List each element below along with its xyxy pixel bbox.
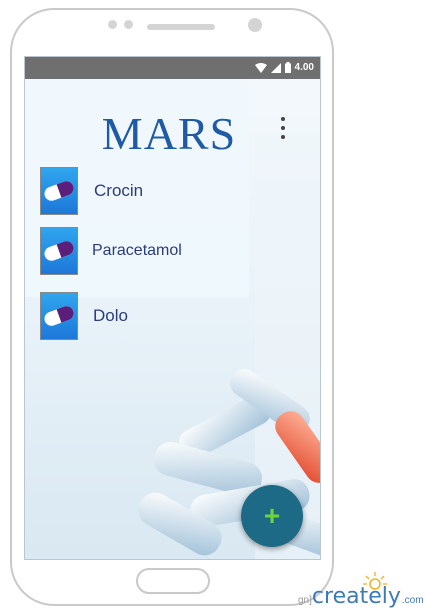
status-bar: 4.00 — [25, 57, 320, 79]
medicine-item-dolo[interactable]: Dolo — [40, 292, 128, 340]
front-camera-icon — [248, 18, 262, 32]
capsule-icon — [40, 227, 78, 275]
speaker-grille — [147, 24, 215, 30]
watermark-brand: creately — [311, 584, 401, 609]
status-time: 4.00 — [294, 62, 314, 73]
watermark-domain: .com — [401, 595, 424, 606]
battery-icon — [284, 62, 291, 73]
phone-screen: 4.00 MARS Crocin Paracetamol Dolo + — [24, 56, 321, 560]
creately-watermark: gn] creately .com — [298, 584, 424, 609]
sensor-icon — [124, 20, 133, 29]
capsule-icon — [40, 292, 78, 340]
capsule-icon — [40, 167, 78, 215]
sensor-icon — [108, 20, 117, 29]
medicine-name: Dolo — [93, 306, 128, 325]
medicine-name: Paracetamol — [92, 242, 182, 259]
overflow-menu-icon[interactable] — [280, 117, 286, 143]
watermark-prefix: gn] — [298, 595, 312, 606]
home-button[interactable] — [136, 568, 210, 594]
medicine-item-crocin[interactable]: Crocin — [40, 167, 143, 215]
wifi-icon — [254, 62, 267, 73]
app-title: MARS — [101, 108, 237, 159]
add-medicine-button[interactable]: + — [241, 485, 303, 547]
medicine-name: Crocin — [94, 181, 144, 200]
medicine-item-paracetamol[interactable]: Paracetamol — [40, 227, 182, 275]
signal-icon — [270, 62, 281, 73]
